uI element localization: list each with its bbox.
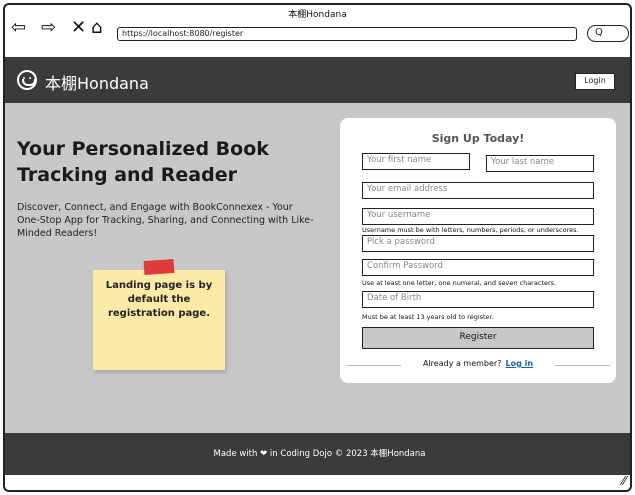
brand-name[interactable]: 本棚Hondana: [45, 70, 149, 94]
home-icon[interactable]: ⌂: [91, 19, 102, 37]
password-field[interactable]: Pick a password: [362, 235, 594, 252]
username-field[interactable]: Your username: [362, 208, 594, 225]
search-icon[interactable]: Q: [587, 25, 629, 42]
member-prompt: Already a member? Log in: [340, 359, 616, 368]
confirm-password-field[interactable]: Confirm Password: [362, 259, 594, 276]
footer: Made with ❤ in Coding Dojo © 2023 本棚Hond…: [5, 433, 630, 475]
register-button[interactable]: Register: [362, 327, 594, 349]
browser-window: 本棚Hondana ⇦ ⇨ ✕ ⌂ https://localhost:8080…: [3, 3, 632, 492]
url-bar[interactable]: https://localhost:8080/register: [117, 27, 577, 41]
hero-title: Your Personalized Book Tracking and Read…: [17, 138, 269, 186]
username-hint: Username must be with letters, numbers, …: [362, 226, 579, 234]
resize-handle-icon[interactable]: ⁄⁄: [622, 474, 626, 488]
smiley-icon: [17, 70, 37, 90]
tape-icon: [143, 258, 175, 276]
dob-hint: Must be at least 13 years old to registe…: [362, 313, 494, 321]
sticky-note: Landing page is by default the registrat…: [93, 270, 225, 370]
dob-field[interactable]: Date of Birth: [362, 291, 594, 308]
forward-arrow-icon[interactable]: ⇨: [41, 19, 56, 37]
signup-card: Sign Up Today! Your first name Your last…: [340, 118, 616, 383]
email-field[interactable]: Your email address: [362, 182, 594, 199]
hero-description: Discover, Connect, and Engage with BookC…: [17, 202, 314, 239]
password-hint: Use at least one letter, one numeral, an…: [362, 279, 557, 287]
signup-title: Sign Up Today!: [431, 132, 525, 145]
close-icon[interactable]: ✕: [71, 19, 86, 37]
main-content: Your Personalized Book Tracking and Read…: [5, 103, 630, 433]
member-text: Already a member?: [422, 359, 502, 368]
first-name-field[interactable]: Your first name: [362, 153, 470, 170]
last-name-field[interactable]: Your last name: [486, 155, 594, 172]
back-arrow-icon[interactable]: ⇦: [11, 19, 26, 37]
login-link[interactable]: Log in: [505, 359, 533, 368]
app-header: 本棚Hondana Login: [5, 57, 630, 103]
login-button[interactable]: Login: [575, 73, 615, 90]
